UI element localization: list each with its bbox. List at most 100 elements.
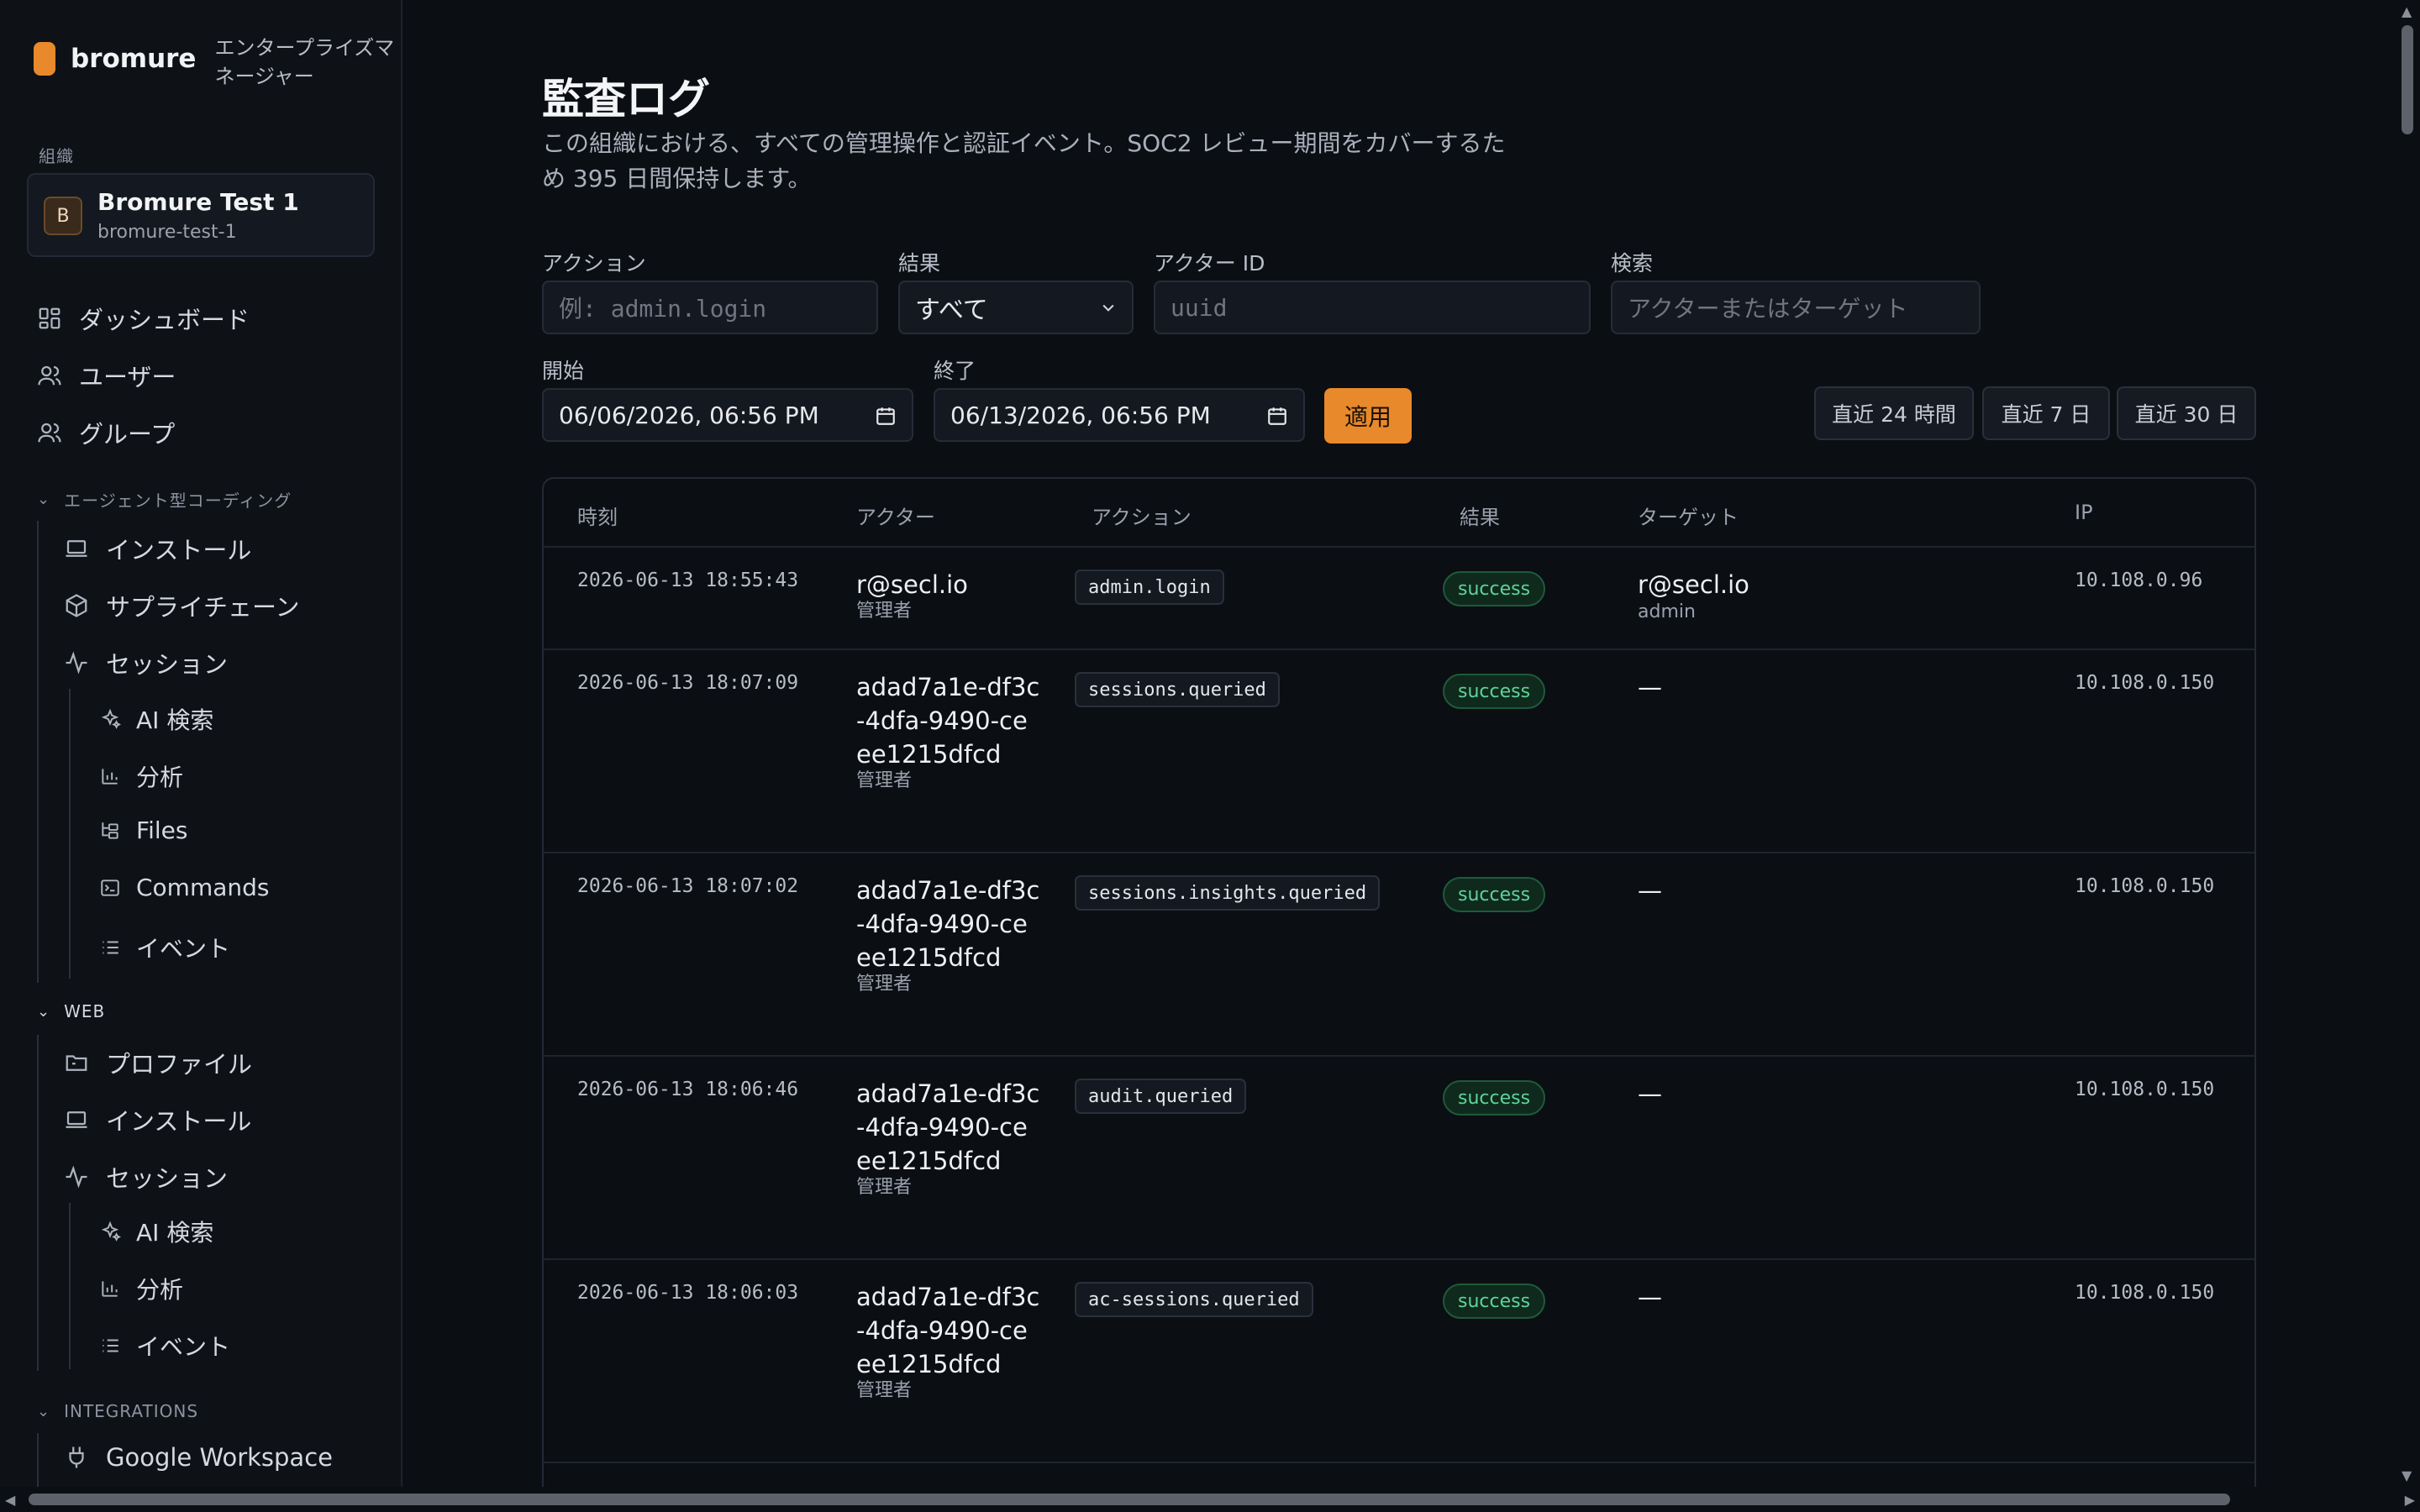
sparkles-icon: [101, 1221, 121, 1242]
nav-groups[interactable]: グループ: [37, 415, 175, 450]
nav-agent-analytics[interactable]: 分析: [99, 759, 183, 793]
sidebar: bromure エンタープライズマネージャー 組織 B Bromure Test…: [0, 0, 402, 1487]
agent-sessions-tree-line: [69, 689, 71, 979]
org-avatar: B: [44, 197, 82, 235]
package-icon: [66, 594, 87, 617]
nav-web-profile-label: プロファイル: [106, 1050, 253, 1079]
table-row[interactable]: 2026-06-13 18:06:03 adad7a1e-df3c-4dfa-9…: [544, 1258, 2254, 1462]
table-row[interactable]: 2026-06-13 18:06:46 adad7a1e-df3c-4dfa-9…: [544, 1055, 2254, 1258]
action-filter-placeholder: 例: admin.login: [559, 295, 767, 323]
row-time: 2026-06-13 18:55:43: [577, 570, 799, 591]
vertical-scrollbar-thumb[interactable]: [2402, 25, 2413, 134]
horizontal-scrollbar[interactable]: ◀ ▶: [0, 1487, 2420, 1512]
row-ip: 10.108.0.96: [2075, 570, 2203, 591]
activity-icon: [66, 1165, 87, 1189]
nav-web-events[interactable]: イベント: [99, 1329, 230, 1362]
table-row-partial[interactable]: [544, 1462, 2254, 1487]
nav-agent-supply-chain-label: サプライチェーン: [106, 593, 300, 622]
vertical-scrollbar[interactable]: ▲ ▼: [2395, 0, 2420, 1487]
sparkles-icon: [101, 708, 121, 729]
org-slug: bromure-test-1: [97, 222, 237, 243]
nav-web-sessions[interactable]: セッション: [64, 1159, 228, 1194]
table-row[interactable]: 2026-06-13 18:07:02 adad7a1e-df3c-4dfa-9…: [544, 852, 2254, 1055]
web-section-toggle[interactable]: ⌄ WEB: [37, 1001, 105, 1021]
nav-agent-install[interactable]: インストール: [64, 531, 251, 566]
start-date-input[interactable]: 06/06/2026, 06:56 PM: [542, 388, 913, 442]
column-header-time: 時刻: [577, 506, 618, 529]
scroll-up-arrow-icon[interactable]: ▲: [2402, 3, 2412, 19]
nav-web-profile[interactable]: プロファイル: [64, 1045, 252, 1080]
org-name: Bromure Test 1: [97, 188, 299, 216]
scroll-down-arrow-icon[interactable]: ▼: [2402, 1467, 2412, 1483]
main-content: 監査ログ この組織における、すべての管理操作と認証イベント。SOC2 レビュー期…: [404, 0, 2395, 1487]
row-actor-role: 管理者: [856, 1380, 913, 1401]
horizontal-scrollbar-thumb[interactable]: [29, 1494, 2230, 1505]
row-actor-id: adad7a1e-df3c-4dfa-9490-ceee1215dfcd: [856, 1079, 1040, 1175]
nav-agent-commands[interactable]: Commands: [99, 874, 270, 901]
chevron-down-icon: ⌄: [37, 1402, 51, 1420]
search-filter-input[interactable]: アクターまたはターゲット: [1611, 281, 1981, 334]
nav-groups-label: グループ: [79, 420, 176, 449]
plug-icon: [69, 1446, 84, 1468]
range-30d-button[interactable]: 直近 30 日: [2117, 386, 2256, 440]
nav-web-events-label: イベント: [136, 1333, 231, 1361]
groups-icon: [38, 423, 61, 443]
result-filter-value: すべて: [915, 296, 988, 325]
nav-agent-supply-chain[interactable]: サプライチェーン: [64, 588, 300, 623]
laptop-icon: [66, 1111, 87, 1128]
nav-web-sessions-label: セッション: [106, 1164, 229, 1193]
brand[interactable]: bromure エンタープライズマネージャー: [34, 34, 401, 91]
column-header-action: アクション: [1092, 506, 1192, 529]
agent-section-toggle[interactable]: ⌄ エージェント型コーディング: [37, 487, 292, 512]
row-ip: 10.108.0.150: [2075, 1282, 2215, 1304]
row-actor-role: 管理者: [856, 770, 913, 791]
integrations-tree-line: [37, 1433, 39, 1487]
scroll-left-arrow-icon[interactable]: ◀: [5, 1492, 15, 1508]
status-badge: success: [1443, 571, 1546, 606]
nav-web-analytics[interactable]: 分析: [99, 1272, 183, 1305]
column-header-actor: アクター: [856, 506, 935, 529]
action-filter-input[interactable]: 例: admin.login: [542, 281, 878, 334]
action-filter-label: アクション: [542, 251, 646, 276]
brand-name: bromure: [71, 44, 197, 74]
actor-id-filter-input[interactable]: uuid: [1154, 281, 1591, 334]
agent-tree-line: [37, 521, 39, 983]
nav-agent-events[interactable]: イベント: [99, 931, 230, 964]
nav-google-workspace-label: Google Workspace: [106, 1443, 333, 1472]
table-row[interactable]: 2026-06-13 18:07:09 adad7a1e-df3c-4dfa-9…: [544, 648, 2254, 852]
search-filter-placeholder: アクターまたはターゲット: [1628, 295, 1908, 323]
row-actor-role: 管理者: [856, 1177, 913, 1198]
nav-web-ai-search[interactable]: AI 検索: [99, 1215, 213, 1248]
calendar-icon[interactable]: [1266, 405, 1288, 427]
table-row[interactable]: 2026-06-13 18:55:43 r@secl.io 管理者 admin.…: [544, 546, 2254, 648]
range-7d-button[interactable]: 直近 7 日: [1982, 386, 2110, 440]
bar-chart-icon: [102, 769, 118, 785]
row-target-value: —: [1638, 1079, 1662, 1108]
result-filter-select[interactable]: すべて: [898, 281, 1134, 334]
integrations-section-toggle[interactable]: ⌄ INTEGRATIONS: [37, 1401, 198, 1421]
calendar-icon[interactable]: [875, 405, 897, 427]
nav-agent-files[interactable]: Files: [99, 816, 187, 844]
range-24h-button[interactable]: 直近 24 時間: [1814, 386, 1974, 440]
status-badge: success: [1443, 674, 1546, 709]
row-ip: 10.108.0.150: [2075, 1079, 2215, 1100]
web-section-label: WEB: [64, 1001, 106, 1021]
nav-google-workspace[interactable]: Google Workspace: [64, 1443, 333, 1472]
nav-users[interactable]: ユーザー: [37, 358, 176, 393]
apply-button[interactable]: 適用: [1324, 388, 1412, 444]
users-icon: [38, 365, 61, 386]
status-badge: success: [1443, 1284, 1546, 1319]
row-target-value: —: [1638, 876, 1662, 905]
nav-agent-ai-search[interactable]: AI 検索: [99, 702, 213, 736]
nav-dashboard[interactable]: ダッシュボード: [37, 301, 250, 336]
nav-dashboard-label: ダッシュボード: [79, 306, 250, 334]
org-switcher[interactable]: B Bromure Test 1 bromure-test-1: [27, 173, 375, 257]
folder-icon: [66, 1055, 87, 1071]
nav-web-install[interactable]: インストール: [64, 1102, 251, 1137]
column-header-result: 結果: [1460, 506, 1500, 529]
scroll-right-arrow-icon[interactable]: ▶: [2405, 1492, 2415, 1508]
page-title: 監査ログ: [542, 75, 710, 123]
row-time: 2026-06-13 18:07:02: [577, 875, 799, 897]
end-date-input[interactable]: 06/13/2026, 06:56 PM: [934, 388, 1305, 442]
nav-agent-sessions[interactable]: セッション: [64, 645, 228, 680]
